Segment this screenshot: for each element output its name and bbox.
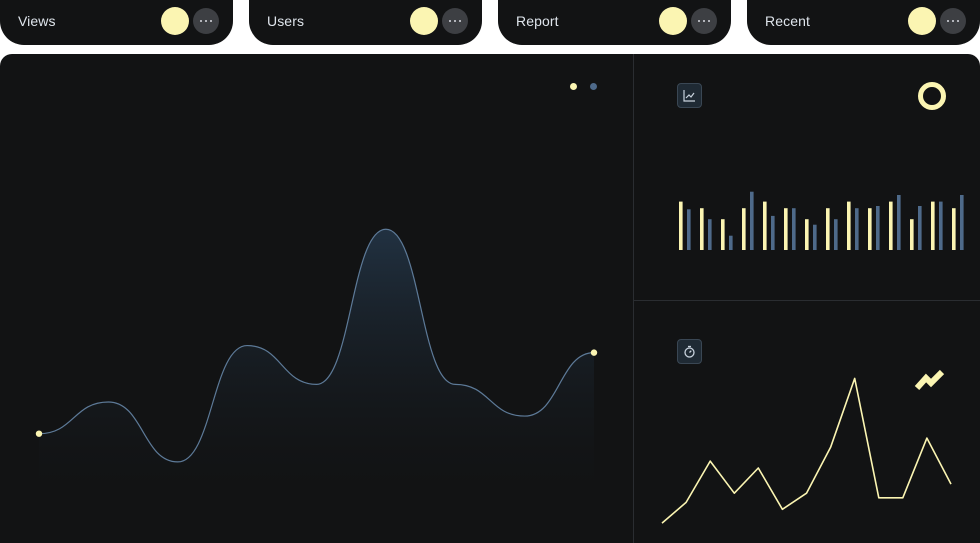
bar-blue (897, 195, 901, 250)
area-start-point (35, 430, 43, 437)
bar-blue (708, 219, 712, 250)
bar-blue (687, 209, 691, 250)
bar-yellow (742, 208, 746, 250)
bar-blue (939, 201, 943, 250)
bar-yellow (679, 201, 683, 250)
bar-blue (750, 191, 754, 250)
bar-chart (679, 191, 964, 250)
bar-yellow (721, 219, 725, 250)
more-options-icon[interactable] (940, 8, 966, 34)
area-fill (39, 229, 594, 490)
tab-label: Report (516, 13, 559, 29)
status-dot-icon[interactable] (659, 7, 687, 35)
tab-report[interactable]: Report (498, 0, 731, 45)
bar-yellow (847, 201, 851, 250)
more-options-icon[interactable] (442, 8, 468, 34)
bar-yellow (910, 219, 914, 250)
status-dot-icon[interactable] (908, 7, 936, 35)
bar-blue (960, 195, 964, 250)
area-chart (35, 228, 598, 490)
line-series (661, 377, 952, 524)
more-options-icon[interactable] (691, 8, 717, 34)
bar-blue (792, 208, 796, 250)
tab-users[interactable]: Users (249, 0, 482, 45)
tab-views[interactable]: Views (0, 0, 233, 45)
bar-yellow (763, 201, 767, 250)
more-options-icon[interactable] (193, 8, 219, 34)
bar-yellow (784, 208, 788, 250)
status-dot-icon[interactable] (410, 7, 438, 35)
bar-blue (918, 206, 922, 250)
bar-blue (771, 215, 775, 250)
bar-yellow (931, 201, 935, 250)
tab-recent[interactable]: Recent (747, 0, 980, 45)
tab-label: Users (267, 13, 305, 29)
bar-blue (876, 206, 880, 250)
tab-label: Views (18, 13, 56, 29)
status-dot-icon[interactable] (161, 7, 189, 35)
bar-blue (813, 224, 817, 250)
bar-blue (834, 219, 838, 250)
bar-yellow (826, 208, 830, 250)
bar-yellow (952, 208, 956, 250)
bar-yellow (805, 219, 809, 250)
bar-yellow (700, 208, 704, 250)
tab-label: Recent (765, 13, 810, 29)
dashboard-panel (0, 54, 980, 543)
bar-yellow (889, 201, 893, 250)
bar-blue (855, 208, 859, 250)
bar-yellow (868, 208, 872, 250)
area-end-point (590, 349, 598, 356)
line-chart (661, 377, 952, 524)
bar-blue (729, 235, 733, 250)
